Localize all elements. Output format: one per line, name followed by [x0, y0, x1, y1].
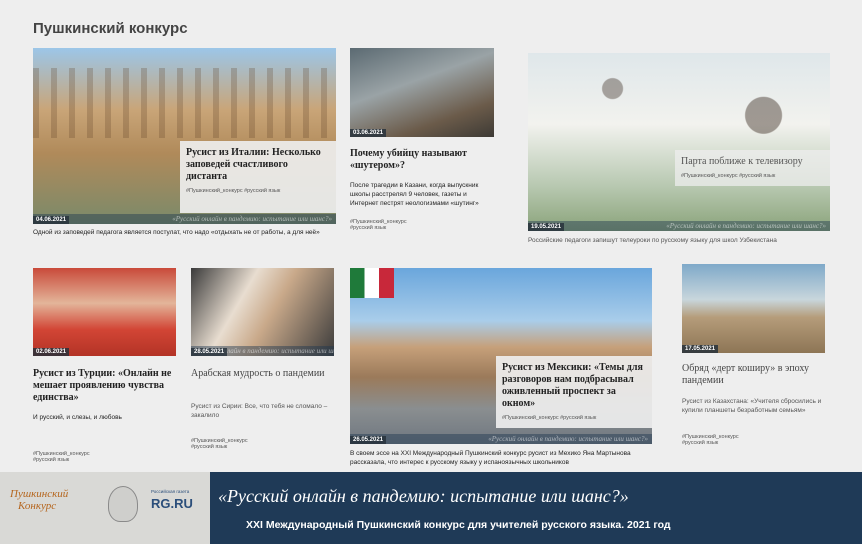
rg-logo: RG.RU — [151, 496, 193, 511]
card-strip: «Русский онлайн в пандемию: испытание ил… — [350, 434, 652, 444]
card-tags: #Пушкинский_конкурс #русский язык — [502, 415, 597, 421]
card-tags: #Пушкинский_конкурс #русский язык — [681, 173, 776, 179]
card-tags: #Пушкинский_конкурс #русский язык — [186, 188, 281, 194]
section-title[interactable]: Пушкинский конкурс — [33, 20, 188, 37]
card-description: После трагедии в Казани, когда выпускник… — [350, 182, 479, 207]
card-tags: #Пушкинский_конкурс #русский язык — [682, 434, 739, 446]
card-image[interactable]: «Русский онлайн в пандемию: испытание ил… — [191, 268, 334, 356]
logo-line-2: Конкурс — [18, 500, 57, 512]
card-date: 26.05.2021 — [350, 436, 387, 444]
flag-icon — [350, 268, 394, 298]
rg-caption: Российская газета — [151, 489, 190, 494]
pushkin-contest-logo: Пушкинский Конкурс — [10, 488, 68, 512]
card-title[interactable]: Парта поближе к телевизору — [681, 156, 824, 168]
card-description: Русист из Сирии: Все, что тебя не сломал… — [191, 403, 328, 419]
card-title[interactable]: Русист из Италии: Несколько заповедей сч… — [186, 147, 330, 183]
pushkin-portrait-icon — [108, 486, 138, 522]
card-overlay: Парта поближе к телевизору #Пушкинский_к… — [675, 150, 830, 186]
card-title[interactable]: Русист из Турции: «Онлайн не мешает проя… — [33, 368, 178, 404]
card-date: 19.05.2021 — [528, 223, 565, 231]
card-strip: «Русский онлайн в пандемию: испытание ил… — [528, 221, 830, 231]
card-description: Одной из заповедей педагога является пос… — [33, 229, 320, 236]
card-date: 04.06.2021 — [33, 216, 70, 224]
card-date: 17.05.2021 — [682, 345, 719, 353]
card-image[interactable]: 03.06.2021 — [350, 48, 494, 137]
banner-slogan: «Русский онлайн в пандемию: испытание ил… — [218, 486, 629, 506]
card-date: 02.06.2021 — [33, 348, 70, 356]
card-description: Русист из Казахстана: «Учителя сбросилис… — [682, 398, 822, 414]
card-image[interactable]: 02.06.2021 — [33, 268, 176, 356]
card-description: Российские педагоги запишут телеуроки по… — [528, 237, 777, 244]
card-date: 03.06.2021 — [350, 129, 387, 137]
card-title[interactable]: Обряд «дерт коширу» в эпоху пандемии — [682, 363, 827, 387]
card-overlay: Русист из Мексики: «Темы для разговоров … — [496, 356, 652, 428]
logo-line-1: Пушкинский — [10, 488, 69, 500]
card-tags: #Пушкинский_конкурс #русский язык — [350, 219, 407, 231]
card-image[interactable]: 17.05.2021 — [682, 264, 825, 353]
card-image[interactable]: «Русский онлайн в пандемию: испытание ил… — [528, 53, 830, 231]
contest-banner[interactable]: Пушкинский Конкурс Российская газета RG.… — [0, 472, 862, 544]
card-strip: «Русский онлайн в пандемию: испытание ил… — [33, 214, 336, 224]
card-tags: #Пушкинский_конкурс #русский язык — [191, 438, 248, 450]
card-description: В своем эссе на XXI Международный Пушкин… — [350, 450, 631, 466]
banner-subslogan: XXI Международный Пушкинский конкурс для… — [246, 519, 671, 531]
banner-logos: Пушкинский Конкурс Российская газета RG.… — [0, 472, 210, 544]
card-title[interactable]: Арабская мудрость о пандемии — [191, 368, 331, 380]
card-date: 28.05.2021 — [191, 348, 228, 356]
card-description: И русский, и слезы, и любовь — [33, 414, 122, 421]
card-title[interactable]: Русист из Мексики: «Темы для разговоров … — [502, 362, 646, 410]
card-overlay: Русист из Италии: Несколько заповедей сч… — [180, 141, 336, 213]
card-title[interactable]: Почему убийцу называют «шутером»? — [350, 148, 495, 172]
card-tags: #Пушкинский_конкурс #русский язык — [33, 451, 90, 463]
